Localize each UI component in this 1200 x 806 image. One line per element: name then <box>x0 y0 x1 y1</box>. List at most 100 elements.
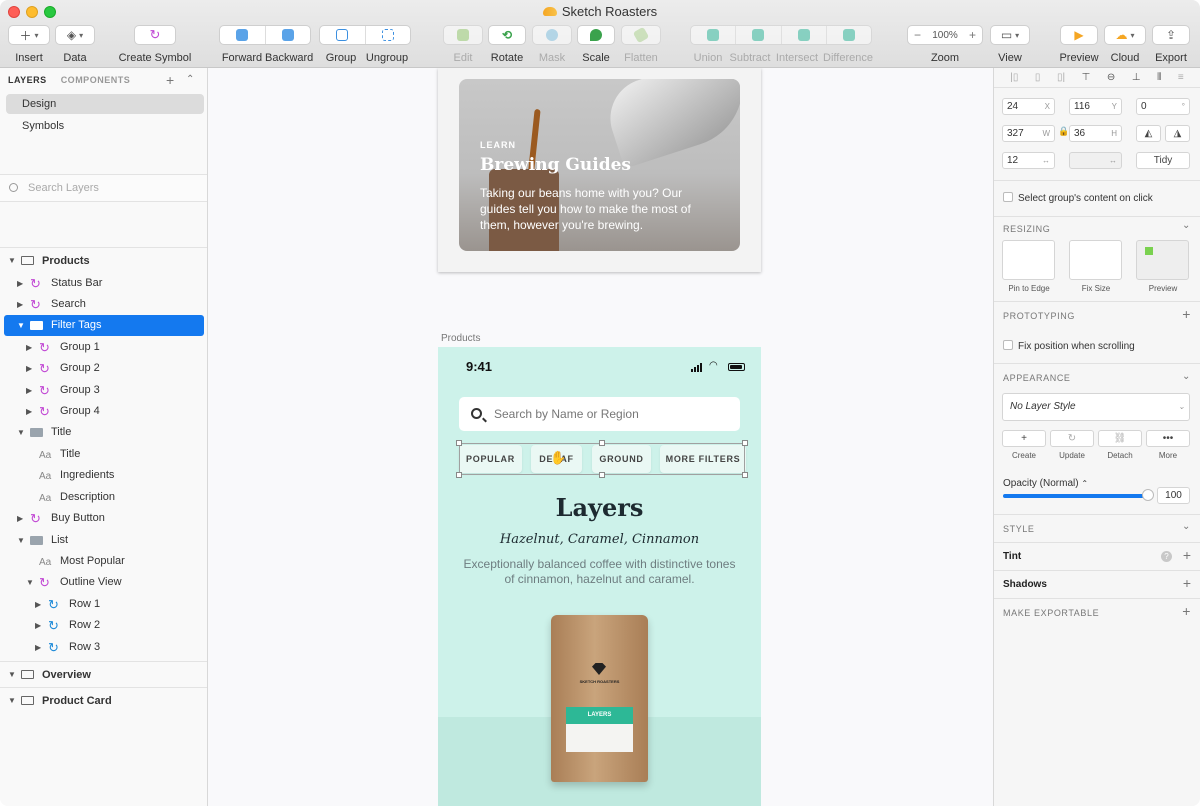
add-prototyping-icon[interactable]: + <box>1182 306 1191 322</box>
add-shadow-icon[interactable]: + <box>1183 575 1191 591</box>
y-field[interactable]: 116 Y <box>1069 98 1122 115</box>
brewing-guides-card[interactable]: LEARN Brewing Guides Taking our beans ho… <box>459 79 740 251</box>
preview-button[interactable]: ▶ <box>1060 25 1098 45</box>
rotate-button[interactable]: ⟲ <box>488 25 526 45</box>
page-symbols[interactable]: Symbols <box>6 116 204 136</box>
layer-row[interactable]: ▼ List <box>0 530 207 551</box>
disclosure-open-icon[interactable]: ▼ <box>8 688 16 714</box>
layer-row[interactable]: ▶ ↻ Search <box>0 294 207 315</box>
zoom-in-button[interactable]: + <box>969 28 976 42</box>
disclosure-open-icon[interactable]: ▼ <box>17 530 25 551</box>
disclosure-closed-icon[interactable]: ▶ <box>17 294 23 315</box>
help-icon[interactable]: ? <box>1161 551 1172 562</box>
disclosure-closed-icon[interactable]: ▶ <box>35 615 41 636</box>
collapse-pages-icon[interactable]: ⌃ <box>186 74 195 85</box>
opacity-slider[interactable] <box>1003 494 1149 498</box>
view-button[interactable]: ▭ ▾ <box>990 25 1030 45</box>
opacity-label[interactable]: Opacity (Normal) ⌃ <box>1003 478 1088 489</box>
width-field[interactable]: 327 W <box>1002 125 1055 142</box>
x-field[interactable]: 24 X <box>1002 98 1055 115</box>
layer-row[interactable]: ▼ Product Card <box>0 687 207 713</box>
chevron-down-icon[interactable]: ⌄ <box>1182 371 1191 382</box>
add-tint-icon[interactable]: + <box>1183 547 1191 563</box>
product-search-bar[interactable]: Search by Name or Region <box>459 397 740 431</box>
layer-row[interactable]: ▼ Overview <box>0 661 207 687</box>
tidy-button[interactable]: Tidy <box>1136 152 1190 169</box>
align-top-icon[interactable]: ⊤ <box>1082 72 1091 83</box>
backward-button[interactable] <box>264 26 311 44</box>
disclosure-open-icon[interactable]: ▼ <box>8 248 16 274</box>
search-layers-input[interactable]: Search Layers <box>0 174 207 202</box>
layer-row[interactable]: ▼ ↻ Outline View <box>0 572 207 593</box>
edit-button[interactable] <box>443 25 483 45</box>
resize-handle[interactable] <box>742 440 748 446</box>
add-page-icon[interactable]: + <box>166 72 175 88</box>
flip-horizontal-button[interactable]: ◭ <box>1136 125 1161 142</box>
disclosure-closed-icon[interactable]: ▶ <box>26 358 32 379</box>
chevron-down-icon[interactable]: ⌄ <box>1182 521 1191 532</box>
export-button[interactable]: ⇪ <box>1152 25 1190 45</box>
resize-handle[interactable] <box>456 440 462 446</box>
mask-button[interactable] <box>532 25 572 45</box>
fix-position-checkbox[interactable] <box>1003 340 1013 350</box>
more-style-button[interactable]: ••• <box>1146 430 1190 447</box>
select-group-content-checkbox[interactable] <box>1003 192 1013 202</box>
intersect-button[interactable] <box>780 26 826 44</box>
zoom-out-button[interactable]: − <box>914 28 921 42</box>
disclosure-closed-icon[interactable]: ▶ <box>17 508 23 529</box>
difference-button[interactable] <box>825 26 871 44</box>
layer-row[interactable]: ▶ ↻ Group 2 <box>0 358 207 379</box>
scale-button[interactable] <box>577 25 615 45</box>
disclosure-open-icon[interactable]: ▼ <box>26 572 34 593</box>
insert-button[interactable]: ＋ ▾ <box>8 25 50 45</box>
ungroup-button[interactable] <box>364 26 411 44</box>
fix-position-row[interactable]: Fix position when scrolling <box>1003 340 1135 352</box>
resize-handle[interactable] <box>742 472 748 478</box>
align-right-icon[interactable]: ▯| <box>1057 72 1065 83</box>
disclosure-closed-icon[interactable]: ▶ <box>35 637 41 658</box>
height-field[interactable]: 36 H <box>1069 125 1122 142</box>
data-button[interactable]: ◈ ▾ <box>55 25 95 45</box>
tab-components[interactable]: COMPONENTS <box>61 75 131 85</box>
disclosure-closed-icon[interactable]: ▶ <box>35 594 41 615</box>
artboard-label[interactable]: Products <box>441 333 480 344</box>
layer-row[interactable]: ▼ Title <box>0 422 207 443</box>
disclosure-closed-icon[interactable]: ▶ <box>26 401 32 422</box>
layer-row[interactable]: Aa Ingredients <box>0 465 207 486</box>
layer-row[interactable]: ▶ ↻ Buy Button <box>0 508 207 529</box>
cloud-button[interactable]: ☁ ▾ <box>1104 25 1146 45</box>
create-symbol-button[interactable]: ↻ <box>134 25 176 45</box>
rotation-field[interactable]: 0 ° <box>1136 98 1190 115</box>
layer-row[interactable]: ▶ ↻ Row 1 <box>0 594 207 615</box>
distribute-horizontal-icon[interactable]: ⫴ <box>1157 72 1161 83</box>
spacing-field[interactable]: 12 ↔ <box>1002 152 1055 169</box>
layer-row[interactable]: Aa Description <box>0 487 207 508</box>
disclosure-open-icon[interactable]: ▼ <box>8 662 16 688</box>
align-middle-icon[interactable]: ⊖ <box>1107 72 1115 83</box>
opacity-field[interactable]: 100 <box>1157 487 1190 504</box>
lock-ratio-icon[interactable]: 🔒 <box>1058 126 1069 137</box>
layer-row[interactable]: ▶ ↻ Row 3 <box>0 637 207 658</box>
layer-row[interactable]: Aa Title <box>0 444 207 465</box>
align-bottom-icon[interactable]: ⊥ <box>1132 72 1141 83</box>
layer-row[interactable]: ▼ Products <box>0 247 207 273</box>
flip-vertical-button[interactable]: ◮ <box>1165 125 1190 142</box>
subtract-button[interactable] <box>735 26 780 44</box>
canvas[interactable]: LEARN Brewing Guides Taking our beans ho… <box>208 68 993 806</box>
resize-handle[interactable] <box>599 472 605 478</box>
vertical-spacing-field[interactable]: ↔ <box>1069 152 1122 169</box>
align-center-icon[interactable]: ▯ <box>1035 72 1041 83</box>
products-artboard[interactable]: 9:41 ◠ Search by Name or Region POPULAR … <box>438 347 761 806</box>
product-card-artboard[interactable]: LEARN Brewing Guides Taking our beans ho… <box>438 68 761 272</box>
layer-row[interactable]: ▶ ↻ Status Bar <box>0 273 207 294</box>
opacity-slider-knob[interactable] <box>1142 489 1154 501</box>
union-button[interactable] <box>691 26 735 44</box>
layer-row[interactable]: ▶ ↻ Group 3 <box>0 380 207 401</box>
disclosure-closed-icon[interactable]: ▶ <box>26 337 32 358</box>
flatten-button[interactable] <box>621 25 661 45</box>
layer-row[interactable]: ▶ ↻ Group 4 <box>0 401 207 422</box>
group-button[interactable] <box>320 26 365 44</box>
distribute-vertical-icon[interactable]: ≡ <box>1178 72 1184 83</box>
zoom-value[interactable]: 100% <box>932 30 958 41</box>
disclosure-closed-icon[interactable]: ▶ <box>26 380 32 401</box>
